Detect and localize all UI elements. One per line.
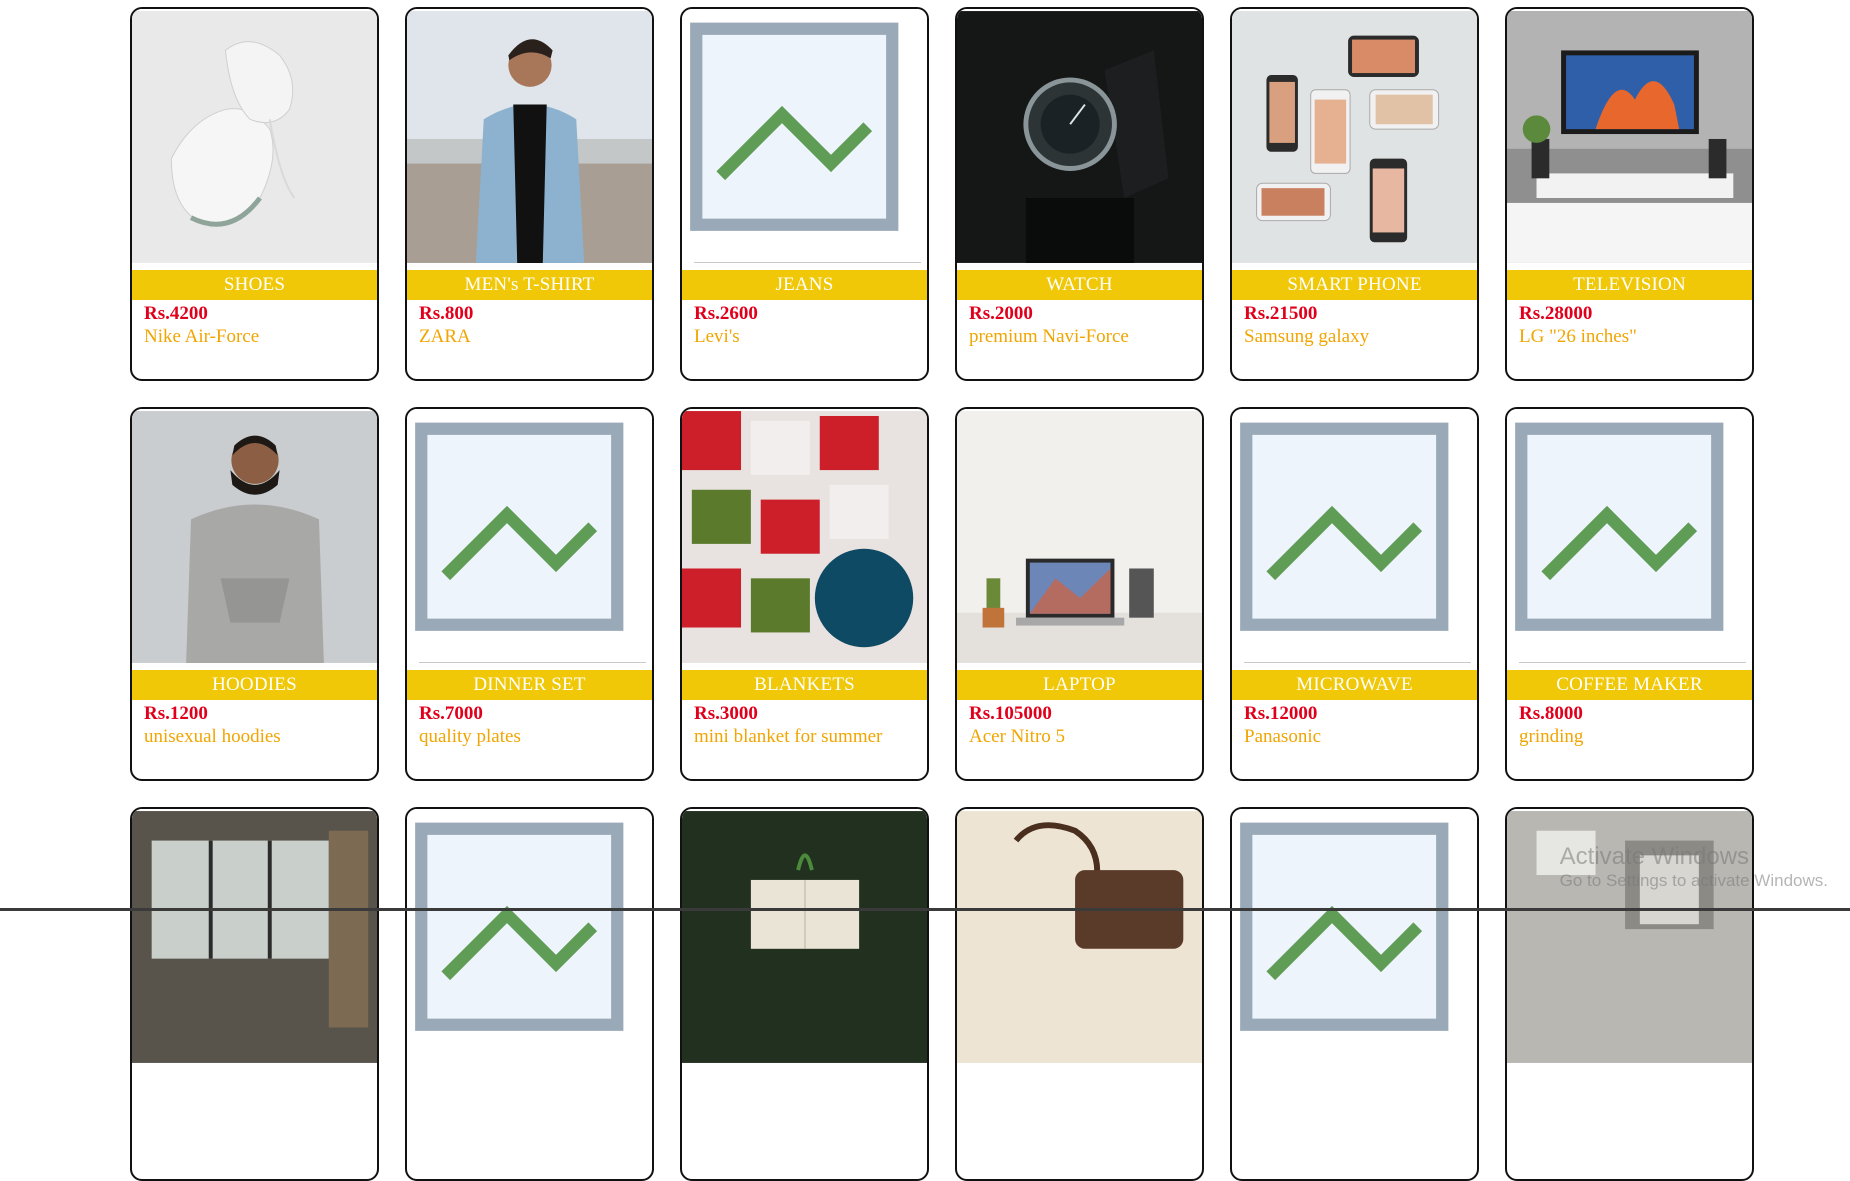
category-label: TELEVISION xyxy=(1507,270,1752,300)
product-card-dinner-set[interactable]: DINNER SET Rs.7000 quality plates xyxy=(405,407,654,781)
book-grass-image xyxy=(682,811,927,1063)
product-card-blankets[interactable]: BLANKETS Rs.3000 mini blanket for summer xyxy=(680,407,929,781)
broken-image-icon xyxy=(1240,422,1449,631)
product-card-hoodies[interactable]: HOODIES Rs.1200 unisexual hoodies xyxy=(130,407,379,781)
broken-image-icon xyxy=(690,22,899,231)
product-image xyxy=(1507,409,1752,665)
monitor-image xyxy=(1507,11,1752,263)
category-label: COFFEE MAKER xyxy=(1507,670,1752,700)
watermark-subtitle: Go to Settings to activate Windows. xyxy=(1559,871,1828,890)
product-card-mens-tshirt[interactable]: MEN's T-SHIRT Rs.800 ZARA xyxy=(405,7,654,381)
product-image xyxy=(682,409,927,665)
product-card-coffee-maker[interactable]: COFFEE MAKER Rs.8000 grinding xyxy=(1505,407,1754,781)
description: mini blanket for summer xyxy=(694,726,883,747)
product-card-microwave[interactable]: MICROWAVE Rs.12000 Panasonic xyxy=(1230,407,1479,781)
description: LG "26 inches" xyxy=(1519,326,1637,347)
price: Rs.800 xyxy=(419,303,474,324)
bag-image xyxy=(957,811,1202,1063)
product-card-broken-3[interactable] xyxy=(1230,807,1479,1181)
laptop-image xyxy=(957,411,1202,663)
description: premium Navi-Force xyxy=(969,326,1129,347)
category-label: WATCH xyxy=(957,270,1202,300)
price: Rs.2600 xyxy=(694,303,758,324)
category-label: SHOES xyxy=(132,270,377,300)
description: Panasonic xyxy=(1244,726,1322,747)
price: Rs.12000 xyxy=(1244,703,1318,724)
shoes-image xyxy=(132,11,377,263)
product-card-broken-2[interactable] xyxy=(405,807,654,1181)
watch-image xyxy=(957,11,1202,263)
description: Levi's xyxy=(694,326,740,347)
hoodie-image xyxy=(132,411,377,663)
description: quality plates xyxy=(419,726,521,747)
broken-image-icon xyxy=(1240,822,1449,1031)
product-grid: SHOES Rs.4200 Nike Air-Force MEN's T-SHI… xyxy=(130,7,1754,1181)
price: Rs.3000 xyxy=(694,703,758,724)
description: Nike Air-Force xyxy=(144,326,260,347)
price: Rs.21500 xyxy=(1244,303,1318,324)
room-image xyxy=(132,811,377,1063)
description: Samsung galaxy xyxy=(1244,326,1370,347)
product-image xyxy=(407,809,652,1065)
price: Rs.4200 xyxy=(144,303,208,324)
category-label: LAPTOP xyxy=(957,670,1202,700)
product-image xyxy=(1232,409,1477,665)
divider xyxy=(694,262,921,263)
product-image xyxy=(1232,809,1477,1065)
divider xyxy=(1244,662,1471,663)
product-card-shoes[interactable]: SHOES Rs.4200 Nike Air-Force xyxy=(130,7,379,381)
product-image xyxy=(1232,9,1477,265)
product-image xyxy=(407,409,652,665)
product-card-jeans[interactable]: JEANS Rs.2600 Levi's xyxy=(680,7,929,381)
product-card-laptop[interactable]: LAPTOP Rs.105000 Acer Nitro 5 xyxy=(955,407,1204,781)
product-card-television[interactable]: TELEVISION Rs.28000 LG "26 inches" xyxy=(1505,7,1754,381)
category-label: JEANS xyxy=(682,270,927,300)
product-card-bag[interactable] xyxy=(955,807,1204,1181)
category-label: SMART PHONE xyxy=(1232,270,1477,300)
category-label: HOODIES xyxy=(132,670,377,700)
product-image xyxy=(957,409,1202,665)
windows-activation-watermark: Activate Windows Go to Settings to activ… xyxy=(1560,843,1828,891)
broken-image-icon xyxy=(1515,422,1724,631)
blanket-image xyxy=(682,411,927,663)
product-image xyxy=(957,9,1202,265)
broken-image-icon xyxy=(415,822,624,1031)
phones-image xyxy=(1232,11,1477,263)
product-image xyxy=(1507,9,1752,265)
price: Rs.28000 xyxy=(1519,303,1593,324)
product-image xyxy=(132,809,377,1065)
watermark-title: Activate Windows xyxy=(1559,843,1750,870)
price: Rs.1200 xyxy=(144,703,208,724)
product-card-book[interactable] xyxy=(680,807,929,1181)
price: Rs.105000 xyxy=(969,703,1052,724)
broken-image-icon xyxy=(415,422,624,631)
price: Rs.2000 xyxy=(969,303,1033,324)
product-image xyxy=(682,809,927,1065)
description: ZARA xyxy=(419,326,471,347)
product-card-room[interactable] xyxy=(130,807,379,1181)
description: Acer Nitro 5 xyxy=(969,726,1066,747)
product-image xyxy=(407,9,652,265)
product-image xyxy=(682,9,927,265)
product-card-watch[interactable]: WATCH Rs.2000 premium Navi-Force xyxy=(955,7,1204,381)
divider xyxy=(419,662,646,663)
price: Rs.7000 xyxy=(419,703,483,724)
product-card-smart-phone[interactable]: SMART PHONE Rs.21500 Samsung galaxy xyxy=(1230,7,1479,381)
category-label: BLANKETS xyxy=(682,670,927,700)
description: unisexual hoodies xyxy=(144,726,281,747)
product-image xyxy=(132,9,377,265)
category-label: MICROWAVE xyxy=(1232,670,1477,700)
description: grinding xyxy=(1519,726,1584,747)
category-label: DINNER SET xyxy=(407,670,652,700)
product-image xyxy=(132,409,377,665)
divider xyxy=(1519,662,1746,663)
man-jacket-image xyxy=(407,11,652,263)
price: Rs.8000 xyxy=(1519,703,1583,724)
product-image xyxy=(957,809,1202,1065)
category-label: MEN's T-SHIRT xyxy=(407,270,652,300)
